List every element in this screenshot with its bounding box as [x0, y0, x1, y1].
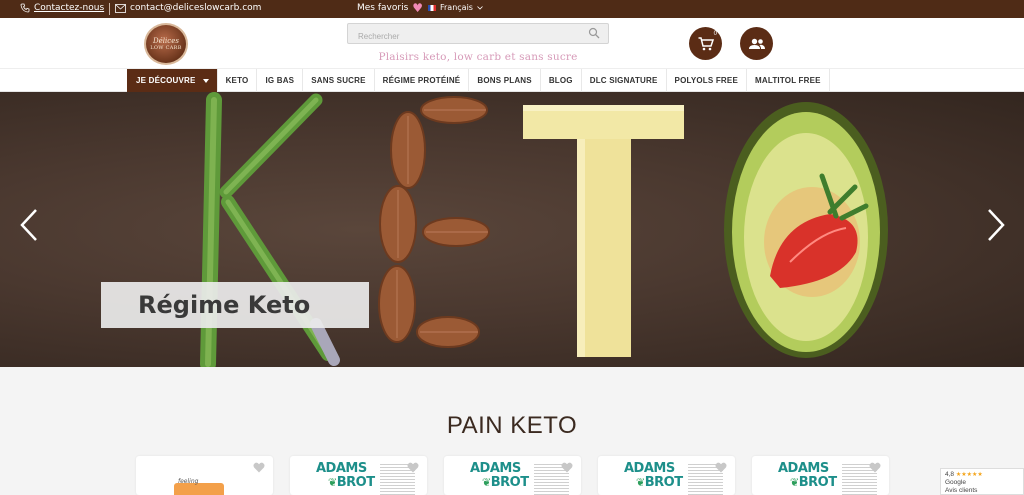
main-nav: JE DÉCOUVRE KETO IG BAS SANS SUCRE RÉGIM…	[0, 68, 1024, 92]
users-icon	[748, 38, 765, 49]
chevron-left-icon[interactable]	[18, 208, 40, 242]
brand-line-2: BROT	[644, 475, 683, 490]
heart-icon[interactable]	[869, 462, 881, 473]
contact-label[interactable]: Contactez-nous	[34, 3, 104, 13]
email-label[interactable]: contact@deliceslowcarb.com	[130, 3, 261, 13]
nav-item-regime-proteine[interactable]: RÉGIME PROTÉINÉ	[375, 69, 470, 92]
divider	[109, 3, 110, 15]
leaf-icon: ❦	[328, 476, 337, 489]
product-card[interactable]: ADAMS ❦BROT	[290, 456, 427, 495]
product-card[interactable]: ADAMS ❦BROT	[752, 456, 889, 495]
nav-item-sans-sucre[interactable]: SANS SUCRE	[303, 69, 375, 92]
product-brand: ADAMS ❦BROT	[316, 462, 376, 490]
nav-item-je-decouvre[interactable]: JE DÉCOUVRE	[127, 69, 218, 92]
rating-stars: ★★★★★	[955, 472, 983, 478]
chevron-right-icon[interactable]	[985, 208, 1007, 242]
heart-icon[interactable]	[561, 462, 573, 473]
brand-line-2: BROT	[336, 475, 375, 490]
email-link[interactable]: contact@deliceslowcarb.com	[115, 3, 261, 13]
nav-item-polyols-free[interactable]: POLYOLS FREE	[667, 69, 747, 92]
nav-item-blog[interactable]: BLOG	[541, 69, 582, 92]
brand-line-2: BROT	[798, 475, 837, 490]
cart-count: 0	[713, 31, 717, 37]
brand-line-1: ADAMS	[624, 461, 675, 476]
nav-item-label[interactable]: JE DÉCOUVRE	[136, 76, 196, 85]
rating-score: 4,8	[945, 471, 955, 478]
site-tagline: Plaisirs keto, low carb et sans sucre	[378, 51, 578, 63]
nav-item-maltitol-free[interactable]: MALTITOL FREE	[747, 69, 830, 92]
product-brand: ADAMS ❦BROT	[624, 462, 684, 490]
cart-icon	[698, 36, 714, 50]
heart-icon: ♥	[412, 1, 424, 15]
nav-item-ig-bas[interactable]: IG BAS	[257, 69, 304, 92]
account-button[interactable]	[740, 27, 773, 60]
product-image: feeling	[174, 478, 224, 495]
chevron-down-icon	[477, 5, 483, 10]
section-title: PAIN KETO	[446, 412, 578, 439]
leaf-icon: ❦	[790, 476, 799, 489]
language-selector[interactable]: Français	[428, 3, 483, 12]
google-rating-badge[interactable]: 4,8 ★★★★★ Google Avis clients	[940, 468, 1024, 495]
product-row: feeling ADAMS ❦BROT ADAMS ❦BROT ADAMS ❦BROT…	[0, 456, 1024, 495]
product-brand: ADAMS ❦BROT	[778, 462, 838, 490]
brand-line-1: ADAMS	[778, 461, 829, 476]
cart-button[interactable]: 0	[689, 27, 722, 60]
product-card[interactable]: ADAMS ❦BROT	[444, 456, 581, 495]
favorites-label[interactable]: Mes favoris	[357, 3, 408, 13]
search-icon[interactable]	[588, 27, 600, 39]
language-label[interactable]: Français	[440, 3, 473, 12]
brand-line-2: BROT	[490, 475, 529, 490]
heart-icon[interactable]	[407, 462, 419, 473]
nav-item-bons-plans[interactable]: BONS PLANS	[469, 69, 541, 92]
search-box	[347, 23, 609, 46]
hero-caption: Régime Keto	[101, 282, 369, 328]
site-logo[interactable]: Délices LOW CARB	[144, 23, 188, 65]
brand-line-1: ADAMS	[316, 461, 367, 476]
nav-list: JE DÉCOUVRE KETO IG BAS SANS SUCRE RÉGIM…	[127, 69, 830, 92]
pecans-e	[378, 96, 490, 348]
rating-label: Avis clients	[945, 487, 978, 494]
search-input[interactable]	[348, 27, 568, 46]
logo-text-2: LOW CARB	[150, 45, 182, 51]
leaf-icon: ❦	[482, 476, 491, 489]
site-header: Délices LOW CARB Plaisirs keto, low carb…	[0, 18, 1024, 68]
product-card[interactable]: feeling	[136, 456, 273, 495]
mail-icon	[115, 3, 126, 13]
brand-line-1: ADAMS	[470, 461, 521, 476]
leaf-icon: ❦	[636, 476, 645, 489]
product-brand: ADAMS ❦BROT	[470, 462, 530, 490]
france-flag-icon	[428, 4, 436, 11]
contact-link[interactable]: Contactez-nous	[20, 3, 104, 13]
nav-item-dlc-signature[interactable]: DLC SIGNATURE	[582, 69, 667, 92]
cheese-t	[523, 105, 684, 357]
rating-source: Google	[945, 479, 966, 486]
favorites-link[interactable]: Mes favoris ♥	[357, 1, 424, 15]
avocado-o	[724, 102, 888, 358]
logo-text-1: Délices	[153, 37, 179, 45]
hero-slider[interactable]: Régime Keto	[0, 92, 1024, 367]
caret-down-icon	[202, 78, 209, 83]
heart-icon[interactable]	[715, 462, 727, 473]
top-bar: Contactez-nous contact@deliceslowcarb.co…	[0, 0, 1024, 18]
phone-icon	[20, 3, 30, 13]
nav-item-keto[interactable]: KETO	[218, 69, 258, 92]
pack-label: feeling	[178, 478, 199, 485]
product-card[interactable]: ADAMS ❦BROT	[598, 456, 735, 495]
heart-icon[interactable]	[253, 462, 265, 473]
